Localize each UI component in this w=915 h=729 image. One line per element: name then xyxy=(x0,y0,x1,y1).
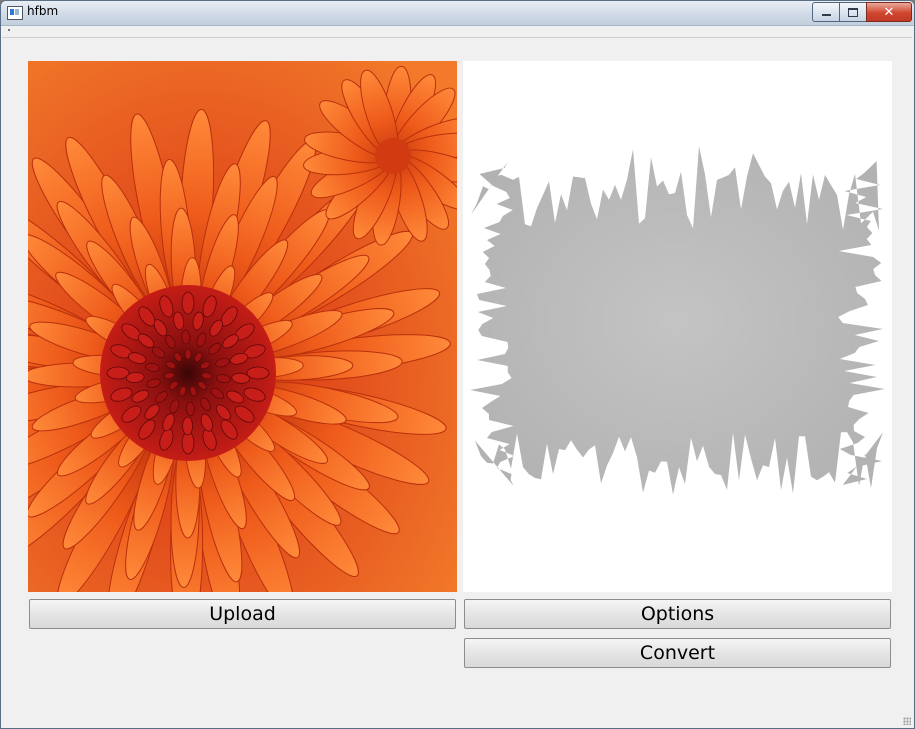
heightmap-shape xyxy=(470,146,885,495)
window-title: hfbm xyxy=(27,4,59,18)
flower-image xyxy=(28,61,457,592)
title-bar[interactable]: hfbm ✕ xyxy=(1,1,914,26)
upload-button[interactable]: Upload xyxy=(29,599,456,629)
minimize-icon xyxy=(821,14,831,16)
maximize-icon xyxy=(848,7,858,17)
flower-center-petal xyxy=(246,366,270,380)
flower-center-petal xyxy=(181,291,195,315)
menu-grip-icon xyxy=(8,29,10,31)
minimize-button[interactable] xyxy=(812,2,840,22)
app-icon xyxy=(7,6,23,20)
close-button[interactable]: ✕ xyxy=(866,2,912,22)
close-icon: ✕ xyxy=(883,4,895,20)
maximize-button[interactable] xyxy=(839,2,867,22)
resize-grip-icon[interactable] xyxy=(903,717,911,725)
result-image xyxy=(463,61,892,592)
source-image xyxy=(28,61,457,592)
flower-center-petal xyxy=(106,366,130,380)
flower-center-petal xyxy=(182,416,194,436)
convert-button[interactable]: Convert xyxy=(464,638,891,668)
heightmap-image xyxy=(470,146,885,495)
options-button[interactable]: Options xyxy=(464,599,891,629)
flower-center-petal xyxy=(184,348,192,360)
flower-center xyxy=(375,138,411,174)
menu-bar xyxy=(2,26,912,38)
app-window: hfbm ✕ Upload Options Convert xyxy=(0,0,915,729)
